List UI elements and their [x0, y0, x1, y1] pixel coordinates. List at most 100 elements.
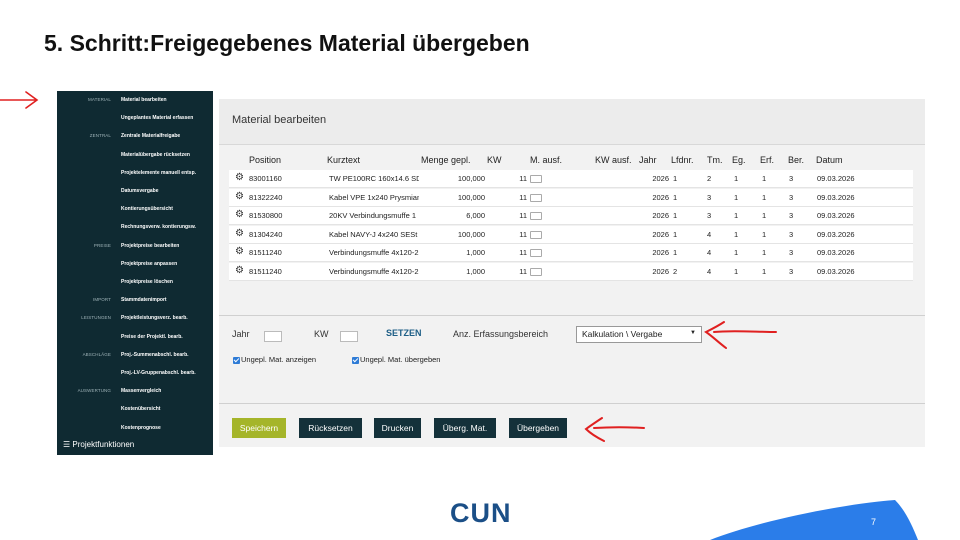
- gear-icon[interactable]: ⚙: [235, 191, 244, 202]
- sidebar-item[interactable]: Projektpreise bearbeiten: [121, 243, 179, 249]
- cell-position: 81530800: [249, 211, 283, 221]
- sidebar-row: Projektpreise löschen: [57, 274, 213, 290]
- keyboard-icon[interactable]: [530, 230, 542, 239]
- column-header[interactable]: KW ausf.: [595, 155, 632, 165]
- uebergeben-button[interactable]: Übergeben: [509, 418, 567, 438]
- cell-eg: 1: [734, 174, 739, 183]
- cell-ber: 3: [789, 229, 794, 239]
- keyboard-icon[interactable]: [530, 175, 542, 183]
- speichern-button[interactable]: Speichern: [232, 418, 286, 438]
- keyboard-icon[interactable]: [530, 249, 542, 258]
- sidebar-item[interactable]: Massenvergleich: [121, 388, 161, 394]
- ueberg-mat-button[interactable]: Überg. Mat.: [434, 418, 496, 438]
- keyboard-icon[interactable]: [530, 212, 542, 221]
- sidebar-item[interactable]: Zentrale Materialfreigabe: [121, 133, 180, 139]
- sidebar-category: MATERIAL: [88, 97, 111, 102]
- sidebar-item[interactable]: Stammdatenimport: [121, 297, 167, 303]
- cell-ber: 3: [789, 248, 794, 258]
- gear-icon[interactable]: ⚙: [235, 172, 244, 183]
- corner-shape: [710, 500, 918, 540]
- sidebar-item[interactable]: Materialübergabe rücksetzen: [121, 152, 190, 158]
- sidebar-row: ZENTRAL Zentrale Materialfreigabe: [57, 128, 213, 144]
- table-row[interactable]: ⚙ 81322240 Kabel VPE 1x240 Prysmian 100,000…: [229, 188, 913, 207]
- cell-tm: 4: [707, 229, 712, 239]
- cell-eg: 1: [734, 229, 739, 239]
- setzen-button[interactable]: SETZEN: [386, 328, 422, 338]
- column-header[interactable]: Eg.: [732, 155, 746, 165]
- ruecksetzen-button[interactable]: Rücksetzen: [299, 418, 362, 438]
- cell-datum: 09.03.2026: [817, 229, 855, 239]
- cell-lfdnr: 1: [673, 248, 678, 258]
- column-header[interactable]: KW: [487, 155, 502, 165]
- table-row[interactable]: ⚙ 81530800 20KV Verbindungsmuffe 1 6,000 11 2…: [229, 207, 913, 226]
- cell-lfdnr: 2: [673, 267, 678, 276]
- main-panel: Material bearbeiten Position Kurztext Meng…: [219, 99, 925, 447]
- column-header[interactable]: Datum: [816, 155, 843, 165]
- gear-icon[interactable]: ⚙: [235, 265, 244, 276]
- cell-erf: 1: [762, 267, 767, 276]
- jahr-label: Jahr: [232, 329, 250, 339]
- sidebar-item[interactable]: Projektelemente manuell entsp.: [121, 170, 196, 176]
- cell-datum: 09.03.2026: [817, 267, 855, 276]
- cell-lfdnr: 1: [673, 192, 678, 202]
- sidebar-item[interactable]: Datumsvergabe: [121, 188, 159, 194]
- sidebar-item[interactable]: Projektpreise anpassen: [121, 261, 177, 267]
- table-row[interactable]: ⚙ 81511240 Verbindungsmuffe 4x120-2 1,000 11…: [229, 244, 913, 263]
- gear-icon[interactable]: ⚙: [235, 246, 244, 257]
- sidebar-item[interactable]: Projektpreise löschen: [121, 279, 173, 285]
- table-row[interactable]: ⚙ 81511240 Verbindungsmuffe 4x120-2 1,000 11…: [229, 263, 913, 281]
- projektfunktionen-menu[interactable]: ☰ Projektfunktionen: [63, 440, 134, 449]
- sidebar-item[interactable]: Proj.-Summenabschl. bearb.: [121, 352, 189, 358]
- column-header[interactable]: Kurztext: [327, 155, 360, 165]
- erfassungsbereich-label: Anz. Erfassungsbereich: [453, 329, 549, 339]
- column-header[interactable]: Menge gepl.: [421, 155, 471, 165]
- sidebar-item[interactable]: Kostenprognose: [121, 425, 161, 431]
- ungepl-mat-anzeigen-checkbox[interactable]: Ungepl. Mat. anzeigen: [233, 355, 316, 364]
- sidebar-category: ZENTRAL: [89, 133, 111, 139]
- keyboard-icon[interactable]: [530, 193, 542, 202]
- gear-icon[interactable]: ⚙: [235, 209, 244, 220]
- sidebar-category: ABSCHLÄGE: [82, 351, 111, 357]
- column-header[interactable]: Ber.: [788, 155, 804, 165]
- sidebar-item[interactable]: Preise der Projektl. bearb.: [121, 334, 183, 340]
- cell-ber: 3: [789, 211, 794, 221]
- column-header[interactable]: Jahr: [639, 155, 657, 165]
- column-header[interactable]: Erf.: [760, 155, 774, 165]
- sidebar-row: Preise der Projektl. bearb.: [57, 329, 213, 345]
- cell-lfdnr: 1: [673, 174, 678, 183]
- cell-kurztext: Kabel VPE 1x240 Prysmian: [329, 192, 419, 202]
- sidebar-item[interactable]: Ungeplantes Material erfassen: [121, 115, 193, 121]
- cell-eg: 1: [734, 248, 739, 258]
- sidebar-item[interactable]: Material bearbeiten: [121, 97, 167, 103]
- cell-jahr: 2026: [652, 229, 669, 239]
- kw-input[interactable]: [340, 331, 358, 342]
- column-header[interactable]: Lfdnr.: [671, 155, 694, 165]
- button-bar: Speichern Rücksetzen Drucken Überg. Mat.…: [219, 403, 925, 447]
- sidebar-item[interactable]: Proj.-LV-Gruppenabschl. bearb.: [121, 370, 196, 376]
- table-row[interactable]: ⚙ 83001160 TW PE100RC 160x14.6 SD 100,000 11…: [229, 170, 913, 188]
- cell-menge: 100,000: [457, 192, 485, 202]
- cell-kw: 11: [519, 248, 527, 258]
- sidebar-row: ABSCHLÄGE Proj.-Summenabschl. bearb.: [57, 347, 213, 363]
- drucken-button[interactable]: Drucken: [374, 418, 421, 438]
- checkbox-checked-icon: [352, 356, 359, 364]
- gear-icon[interactable]: ⚙: [235, 228, 244, 239]
- cell-position: 83001160: [249, 174, 282, 183]
- column-header[interactable]: Position: [249, 155, 281, 165]
- sidebar-item[interactable]: Projektleistungsverz. bearb.: [121, 315, 188, 321]
- sidebar-item[interactable]: Kontierungsübersicht: [121, 206, 173, 212]
- ungepl-mat-uebergeben-checkbox[interactable]: Ungepl. Mat. übergeben: [352, 355, 440, 364]
- jahr-input[interactable]: [264, 331, 282, 342]
- sidebar-item[interactable]: Rechnungsverw. kontierungsw.: [121, 224, 196, 230]
- table-row[interactable]: ⚙ 81304240 Kabel NAVY-J 4x240 SESt 100,000 1…: [229, 225, 913, 244]
- cell-ber: 3: [789, 192, 794, 202]
- erfassungsbereich-select[interactable]: Kalkulation \ Vergabe ▼: [576, 326, 702, 343]
- sidebar-category: IMPORT: [92, 297, 111, 303]
- column-header[interactable]: M. ausf.: [530, 155, 562, 165]
- keyboard-icon[interactable]: [530, 268, 542, 276]
- cell-lfdnr: 1: [673, 211, 678, 221]
- sidebar-item[interactable]: Kostenübersicht: [121, 406, 160, 412]
- chevron-down-icon: ▼: [690, 330, 696, 336]
- column-header[interactable]: Tm.: [707, 155, 723, 165]
- cell-tm: 3: [707, 211, 712, 221]
